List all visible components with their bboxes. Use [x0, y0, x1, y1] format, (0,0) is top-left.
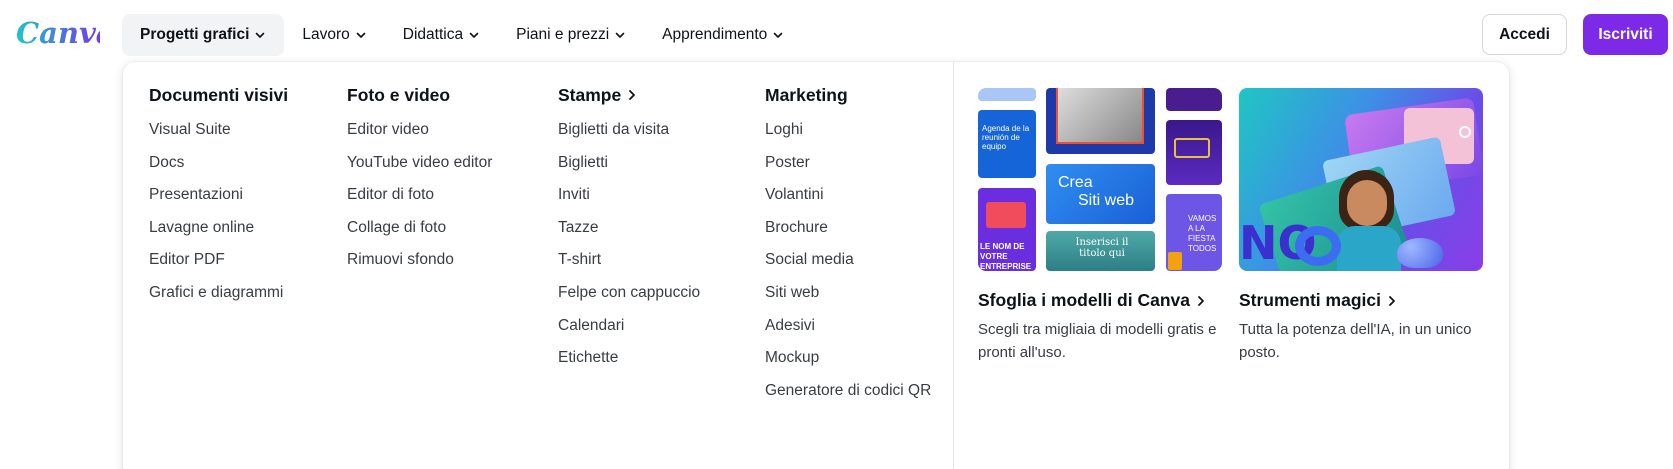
- chevron-right-icon: [629, 90, 636, 100]
- menu-link[interactable]: Editor video: [347, 114, 492, 147]
- nav-label: Progetti grafici: [140, 26, 250, 43]
- promo-description: Tutta la potenza dell'IA, in un unico po…: [1239, 321, 1472, 361]
- promo-card-magic-tools[interactable]: NO Strumenti magici Tutta la potenza del…: [1239, 88, 1489, 364]
- chevron-right-icon: [1198, 295, 1204, 306]
- template-thumb: VAMOS A LA FIESTA TODOS: [1166, 194, 1222, 271]
- template-thumb: Crea Siti web: [1046, 164, 1155, 224]
- magic-tools-image: NO: [1239, 88, 1483, 271]
- template-thumb: [1166, 120, 1222, 185]
- template-thumb: LE NOM DE VOTRE ENTREPRISE: [978, 188, 1036, 271]
- menu-link[interactable]: Loghi: [765, 114, 931, 147]
- menu-link[interactable]: Mockup: [765, 342, 931, 375]
- column-heading[interactable]: Marketing: [765, 82, 931, 108]
- thumb-text: LE NOM DE VOTRE ENTREPRISE: [980, 242, 1032, 271]
- menu-link[interactable]: Rimuovi sfondo: [347, 244, 492, 277]
- promo-title-label: Strumenti magici: [1239, 290, 1381, 310]
- menu-link[interactable]: Adesivi: [765, 310, 931, 343]
- main-nav: Progetti grafici Lavoro Didattica Piani …: [122, 14, 802, 56]
- templates-collage-image: Agenda de la reunión de equipo LE NOM DE…: [978, 88, 1222, 271]
- menu-link[interactable]: Grafici e diagrammi: [149, 277, 288, 310]
- promo-description: Scegli tra migliaia di modelli gratis e …: [978, 321, 1217, 361]
- menu-link[interactable]: Calendari: [558, 310, 700, 343]
- nav-label: Piani e prezzi: [516, 26, 610, 43]
- nav-didattica[interactable]: Didattica: [385, 14, 498, 56]
- menu-link[interactable]: Lavagne online: [149, 212, 288, 245]
- menu-link[interactable]: Visual Suite: [149, 114, 288, 147]
- menu-column-documenti-visivi: Documenti visivi Visual Suite Docs Prese…: [149, 82, 288, 310]
- menu-link[interactable]: Volantini: [765, 179, 931, 212]
- panel-divider: [953, 62, 954, 469]
- thumb-text: Crea: [1058, 174, 1093, 191]
- design-dropdown-panel: Documenti visivi Visual Suite Docs Prese…: [123, 62, 1509, 469]
- column-heading[interactable]: Stampe: [558, 82, 700, 108]
- menu-link[interactable]: Felpe con cappuccio: [558, 277, 700, 310]
- menu-column-stampe: Stampe Biglietti da visita Biglietti Inv…: [558, 82, 700, 375]
- promo-title[interactable]: Strumenti magici: [1239, 290, 1489, 311]
- menu-link[interactable]: YouTube video editor: [347, 147, 492, 180]
- nav-lavoro[interactable]: Lavoro: [284, 14, 384, 56]
- menu-link[interactable]: Docs: [149, 147, 288, 180]
- promo-title-label: Sfoglia i modelli di Canva: [978, 290, 1190, 310]
- column-heading-label: Documenti visivi: [149, 85, 289, 105]
- thumb-text: Siti web: [1078, 192, 1135, 209]
- nav-label: Lavoro: [302, 26, 350, 43]
- column-heading-label: Marketing: [765, 85, 848, 105]
- thumb-text: Agenda de la reunión de equipo: [982, 124, 1030, 151]
- menu-link[interactable]: Generatore di codici QR: [765, 375, 931, 408]
- chevron-down-icon: [256, 32, 265, 38]
- menu-link[interactable]: Biglietti: [558, 147, 700, 180]
- promo-card-templates[interactable]: Agenda de la reunión de equipo LE NOM DE…: [978, 88, 1228, 364]
- column-heading-label: Stampe: [558, 85, 622, 105]
- nav-piani-e-prezzi[interactable]: Piani e prezzi: [498, 14, 644, 56]
- menu-link[interactable]: Collage di foto: [347, 212, 492, 245]
- login-button[interactable]: Accedi: [1482, 14, 1567, 55]
- chevron-right-icon: [1389, 295, 1395, 306]
- nav-progetti-grafici[interactable]: Progetti grafici: [122, 14, 285, 56]
- menu-link[interactable]: Editor di foto: [347, 179, 492, 212]
- chevron-down-icon: [469, 32, 479, 38]
- signup-button[interactable]: Iscriviti: [1583, 14, 1668, 55]
- menu-link[interactable]: Poster: [765, 147, 931, 180]
- promo-title[interactable]: Sfoglia i modelli di Canva: [978, 290, 1228, 311]
- canva-logo[interactable]: Canva: [16, 13, 100, 53]
- menu-column-foto-e-video: Foto e video Editor video YouTube video …: [347, 82, 492, 277]
- menu-link[interactable]: Etichette: [558, 342, 700, 375]
- menu-link[interactable]: Biglietti da visita: [558, 114, 700, 147]
- logo-wordmark: Canva: [16, 16, 100, 50]
- template-thumb: [1166, 88, 1222, 111]
- menu-column-marketing: Marketing Loghi Poster Volantini Brochur…: [765, 82, 931, 407]
- menu-link[interactable]: Brochure: [765, 212, 931, 245]
- column-heading[interactable]: Foto e video: [347, 82, 492, 108]
- menu-link[interactable]: Social media: [765, 244, 931, 277]
- thumb-text: VAMOS A LA FIESTA TODOS: [1188, 214, 1217, 253]
- template-thumb: Inserisci il titolo qui: [1046, 231, 1155, 271]
- thumb-text: Inserisci il titolo qui: [1075, 237, 1129, 259]
- column-heading-label: Foto e video: [347, 85, 451, 105]
- chevron-down-icon: [615, 32, 625, 38]
- menu-link[interactable]: Editor PDF: [149, 244, 288, 277]
- nav-label: Didattica: [402, 26, 464, 43]
- top-navigation-bar: Canva Progetti grafici Lavoro Didattica …: [0, 0, 1673, 64]
- nav-label: Apprendimento: [662, 26, 768, 43]
- template-thumb: [978, 88, 1036, 101]
- chevron-down-icon: [356, 32, 366, 38]
- menu-link[interactable]: Siti web: [765, 277, 931, 310]
- column-heading[interactable]: Documenti visivi: [149, 82, 288, 108]
- menu-link[interactable]: Inviti: [558, 179, 700, 212]
- template-thumb: [1046, 88, 1155, 154]
- template-thumb: Agenda de la reunión de equipo: [978, 110, 1036, 178]
- menu-link[interactable]: T-shirt: [558, 244, 700, 277]
- menu-link[interactable]: Presentazioni: [149, 179, 288, 212]
- menu-link[interactable]: Tazze: [558, 212, 700, 245]
- nav-apprendimento[interactable]: Apprendimento: [644, 14, 802, 56]
- chevron-down-icon: [773, 32, 783, 38]
